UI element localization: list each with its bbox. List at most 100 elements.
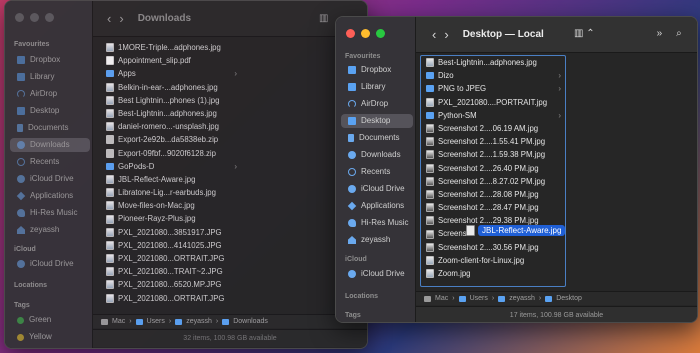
file-name: PXL_2021080...4141025.JPG: [118, 240, 222, 250]
file-row[interactable]: Export-2e92b...da5838eb.zip: [101, 133, 241, 146]
file-row[interactable]: Move-files-on-Mac.jpg: [101, 199, 241, 212]
sidebar-item-recents[interactable]: Recents: [341, 165, 413, 179]
path-item-mac[interactable]: Mac: [112, 315, 125, 329]
tag-item-green[interactable]: Green: [10, 313, 90, 327]
file-row[interactable]: JBL-Reflect-Aware.jpg: [101, 173, 241, 186]
close-button[interactable]: [346, 29, 355, 38]
file-row[interactable]: Zoom-client-for-Linux.jpg: [421, 254, 565, 267]
path-item-zeyassh[interactable]: zeyassh: [186, 315, 212, 329]
file-row[interactable]: Best-Lightnin...adphones.jpg: [101, 107, 241, 120]
file-row[interactable]: Screenshot 2....1.55.41 PM.jpg: [421, 135, 565, 148]
file-row[interactable]: Python-SM ›: [421, 109, 565, 122]
file-row[interactable]: 1MORE-Triple...adphones.jpg: [101, 41, 241, 54]
sidebar-item-dropbox[interactable]: Dropbox: [10, 53, 90, 67]
folder-icon: [135, 318, 143, 325]
file-row[interactable]: PXL_2021080...3851917.JPG: [101, 226, 241, 239]
chevron-right-icon[interactable]: ›: [234, 160, 237, 173]
view-options-icon[interactable]: ▥: [315, 13, 332, 24]
finder-window-desktop[interactable]: Favourites Dropbox Library AirDrop Desktop D…: [335, 16, 698, 323]
file-row[interactable]: Best Lightnin...phones (1).jpg: [101, 94, 241, 107]
file-row[interactable]: Screenshot 2....8.27.02 PM.jpg: [421, 175, 565, 188]
sidebar-item-library[interactable]: Library: [341, 80, 413, 94]
chevron-right-icon[interactable]: ›: [558, 69, 561, 82]
sidebar-item-hi-res-music[interactable]: Hi-Res Music: [10, 206, 90, 220]
file-row[interactable]: PXL_2021080...TRAIT~2.JPG: [101, 265, 241, 278]
file-row[interactable]: Screenshot 2....1.59.38 PM.jpg: [421, 148, 565, 161]
file-row[interactable]: Export-09fbf...9020f6128.zip: [101, 147, 241, 160]
zoom-button[interactable]: [376, 29, 385, 38]
sidebar-item-applications[interactable]: Applications: [341, 199, 413, 213]
sidebar-item-dropbox[interactable]: Dropbox: [341, 63, 413, 77]
sidebar-item-documents[interactable]: Documents: [10, 121, 90, 135]
path-item-users[interactable]: Users: [147, 315, 165, 329]
chevron-right-icon[interactable]: ›: [234, 67, 237, 80]
file-row[interactable]: PXL_2021080...4141025.JPG: [101, 239, 241, 252]
path-separator-icon: ›: [538, 294, 542, 302]
file-row[interactable]: Dizo ›: [421, 69, 565, 82]
chevron-right-icon[interactable]: ›: [558, 82, 561, 95]
sidebar-item-icloud-drive[interactable]: iCloud Drive: [341, 182, 413, 196]
home-icon: [17, 226, 25, 234]
file-row[interactable]: Screenshot 2....26.40 PM.jpg: [421, 162, 565, 175]
file-row[interactable]: PXL_2021080...ORTRAIT.JPG: [101, 252, 241, 265]
zoom-button[interactable]: [45, 13, 54, 22]
file-row[interactable]: Libratone-Lig...r-earbuds.jpg: [101, 186, 241, 199]
back-arrow-icon[interactable]: ‹: [103, 11, 115, 26]
path-item-users[interactable]: Users: [470, 292, 488, 306]
sidebar-item-desktop[interactable]: Desktop: [10, 104, 90, 118]
sidebar-item-desktop[interactable]: Desktop: [341, 114, 413, 128]
more-toolbar-icon[interactable]: »: [653, 28, 667, 39]
toolbar: ‹ › Downloads ▥: [93, 1, 367, 37]
search-icon[interactable]: ⌕: [672, 28, 686, 39]
file-row[interactable]: Apps ›: [101, 67, 241, 80]
sidebar-item-hi-res-music[interactable]: Hi-Res Music: [341, 216, 413, 230]
file-row[interactable]: Pioneer-Rayz-Plus.jpg: [101, 212, 241, 225]
image-file-icon: [106, 254, 114, 264]
file-row[interactable]: Screenshot 2....06.19 AM.jpg: [421, 122, 565, 135]
sidebar-item-library[interactable]: Library: [10, 70, 90, 84]
file-row[interactable]: GoPods-D ›: [101, 160, 241, 173]
sidebar-item-zeyassh[interactable]: zeyassh: [10, 223, 90, 237]
sidebar-item-applications[interactable]: Applications: [10, 189, 90, 203]
sidebar-item-airdrop[interactable]: AirDrop: [341, 97, 413, 111]
sidebar-item-icloud-drive[interactable]: iCloud Drive: [10, 257, 90, 271]
path-item-zeyassh[interactable]: zeyassh: [509, 292, 535, 306]
file-row[interactable]: Zoom.jpg: [421, 267, 565, 280]
tag-item-yellow[interactable]: Yellow: [10, 330, 90, 344]
file-row[interactable]: Screenshot 2....30.56 PM.jpg: [421, 241, 565, 254]
path-item-downloads[interactable]: Downloads: [233, 315, 268, 329]
minimize-button[interactable]: [30, 13, 39, 22]
minimize-button[interactable]: [361, 29, 370, 38]
close-button[interactable]: [15, 13, 24, 22]
sidebar-item-airdrop[interactable]: AirDrop: [10, 87, 90, 101]
file-name: Screenshot 2....1.55.41 PM.jpg: [438, 137, 546, 147]
file-row[interactable]: PNG to JPEG ›: [421, 82, 565, 95]
file-row[interactable]: daniel-romero...-unsplash.jpg: [101, 120, 241, 133]
file-row[interactable]: Screenshot 2....28.47 PM.jpg: [421, 201, 565, 214]
dragged-file[interactable]: JBL-Reflect-Aware.jpg: [466, 225, 566, 236]
path-bar: Mac › Users › zeyassh › Desktop: [416, 291, 697, 305]
finder-window-downloads[interactable]: Favourites Dropbox Library AirDrop Desktop D…: [4, 0, 368, 349]
sidebar-item-documents[interactable]: Documents: [341, 131, 413, 145]
file-row[interactable]: PXL_2021080...ORTRAIT.JPG: [101, 292, 241, 305]
file-row[interactable]: PXL_2021080...6520.MP.JPG: [101, 278, 241, 291]
file-row[interactable]: Appointment_slip.pdf: [101, 54, 241, 67]
sidebar-item-recents[interactable]: Recents: [10, 155, 90, 169]
forward-arrow-icon[interactable]: ›: [440, 27, 452, 42]
file-row[interactable]: Belkin-in-ear-...adphones.jpg: [101, 81, 241, 94]
sidebar-item-icloud-drive[interactable]: iCloud Drive: [341, 267, 413, 281]
chevron-right-icon[interactable]: ›: [558, 109, 561, 122]
file-row[interactable]: PXL_2021080....PORTRAIT.jpg: [421, 96, 565, 109]
sidebar-item-icloud-drive[interactable]: iCloud Drive: [10, 172, 90, 186]
sidebar-item-downloads[interactable]: Downloads: [341, 148, 413, 162]
path-item-desktop[interactable]: Desktop: [556, 292, 582, 306]
file-row[interactable]: Best-Lightnin...adphones.jpg: [421, 56, 565, 69]
image-file-icon: [106, 267, 114, 277]
view-options-icon[interactable]: ▥ ⌃: [570, 28, 599, 39]
sidebar-item-downloads[interactable]: Downloads: [10, 138, 90, 152]
path-item-mac[interactable]: Mac: [435, 292, 448, 306]
forward-arrow-icon[interactable]: ›: [115, 11, 127, 26]
file-row[interactable]: Screenshot 2....28.08 PM.jpg: [421, 188, 565, 201]
back-arrow-icon[interactable]: ‹: [428, 27, 440, 42]
sidebar-item-zeyassh[interactable]: zeyassh: [341, 233, 413, 247]
